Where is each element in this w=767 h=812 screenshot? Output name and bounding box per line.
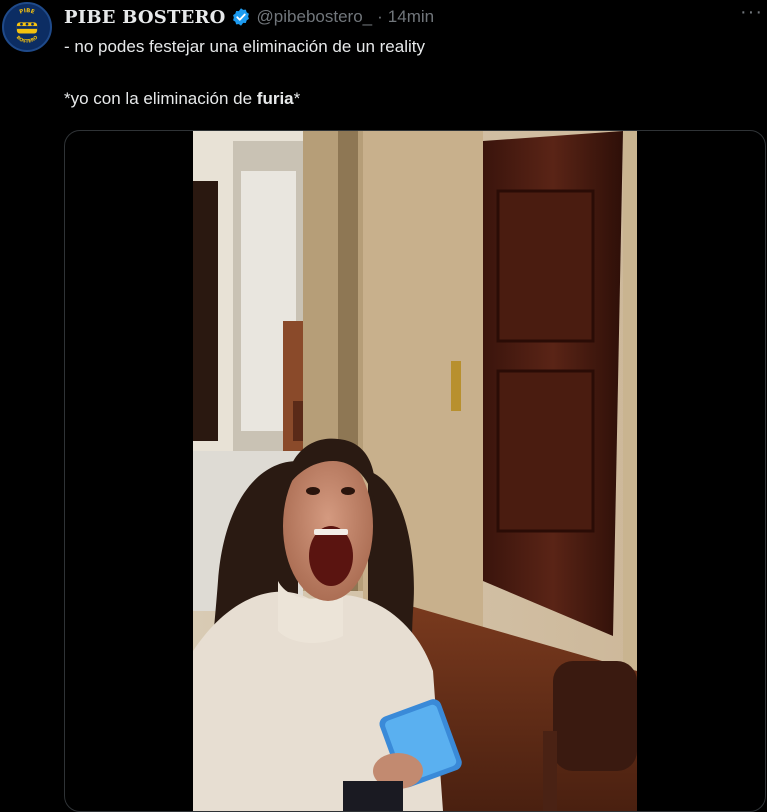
tweet-header: PIBE BOSTERO @pibebostero_ · 14min: [64, 4, 767, 30]
display-name[interactable]: PIBE BOSTERO: [64, 7, 226, 28]
tweet-timestamp[interactable]: 14min: [388, 7, 434, 27]
verified-badge-icon: [231, 7, 251, 27]
more-options-icon[interactable]: ···: [740, 2, 763, 22]
separator-dot: ·: [377, 7, 383, 26]
line-2-prefix: *yo con la eliminación de: [64, 89, 257, 108]
tweet-text: - no podes festejar una eliminación de u…: [64, 36, 747, 110]
line-2-suffix: *: [293, 89, 301, 108]
boca-crest-icon: PIBE BOSTERO: [4, 4, 50, 50]
line-2-bold-word: furia: [256, 89, 294, 108]
user-handle[interactable]: @pibebostero_: [257, 7, 373, 27]
tweet-text-line-1: - no podes festejar una eliminación de u…: [64, 37, 425, 56]
video-still-image: [193, 131, 637, 811]
video-frame[interactable]: [193, 131, 637, 811]
tweet-text-line-2: *yo con la eliminación de furia*: [64, 88, 747, 110]
avatar[interactable]: PIBE BOSTERO: [2, 2, 52, 52]
media-card[interactable]: [64, 130, 766, 812]
